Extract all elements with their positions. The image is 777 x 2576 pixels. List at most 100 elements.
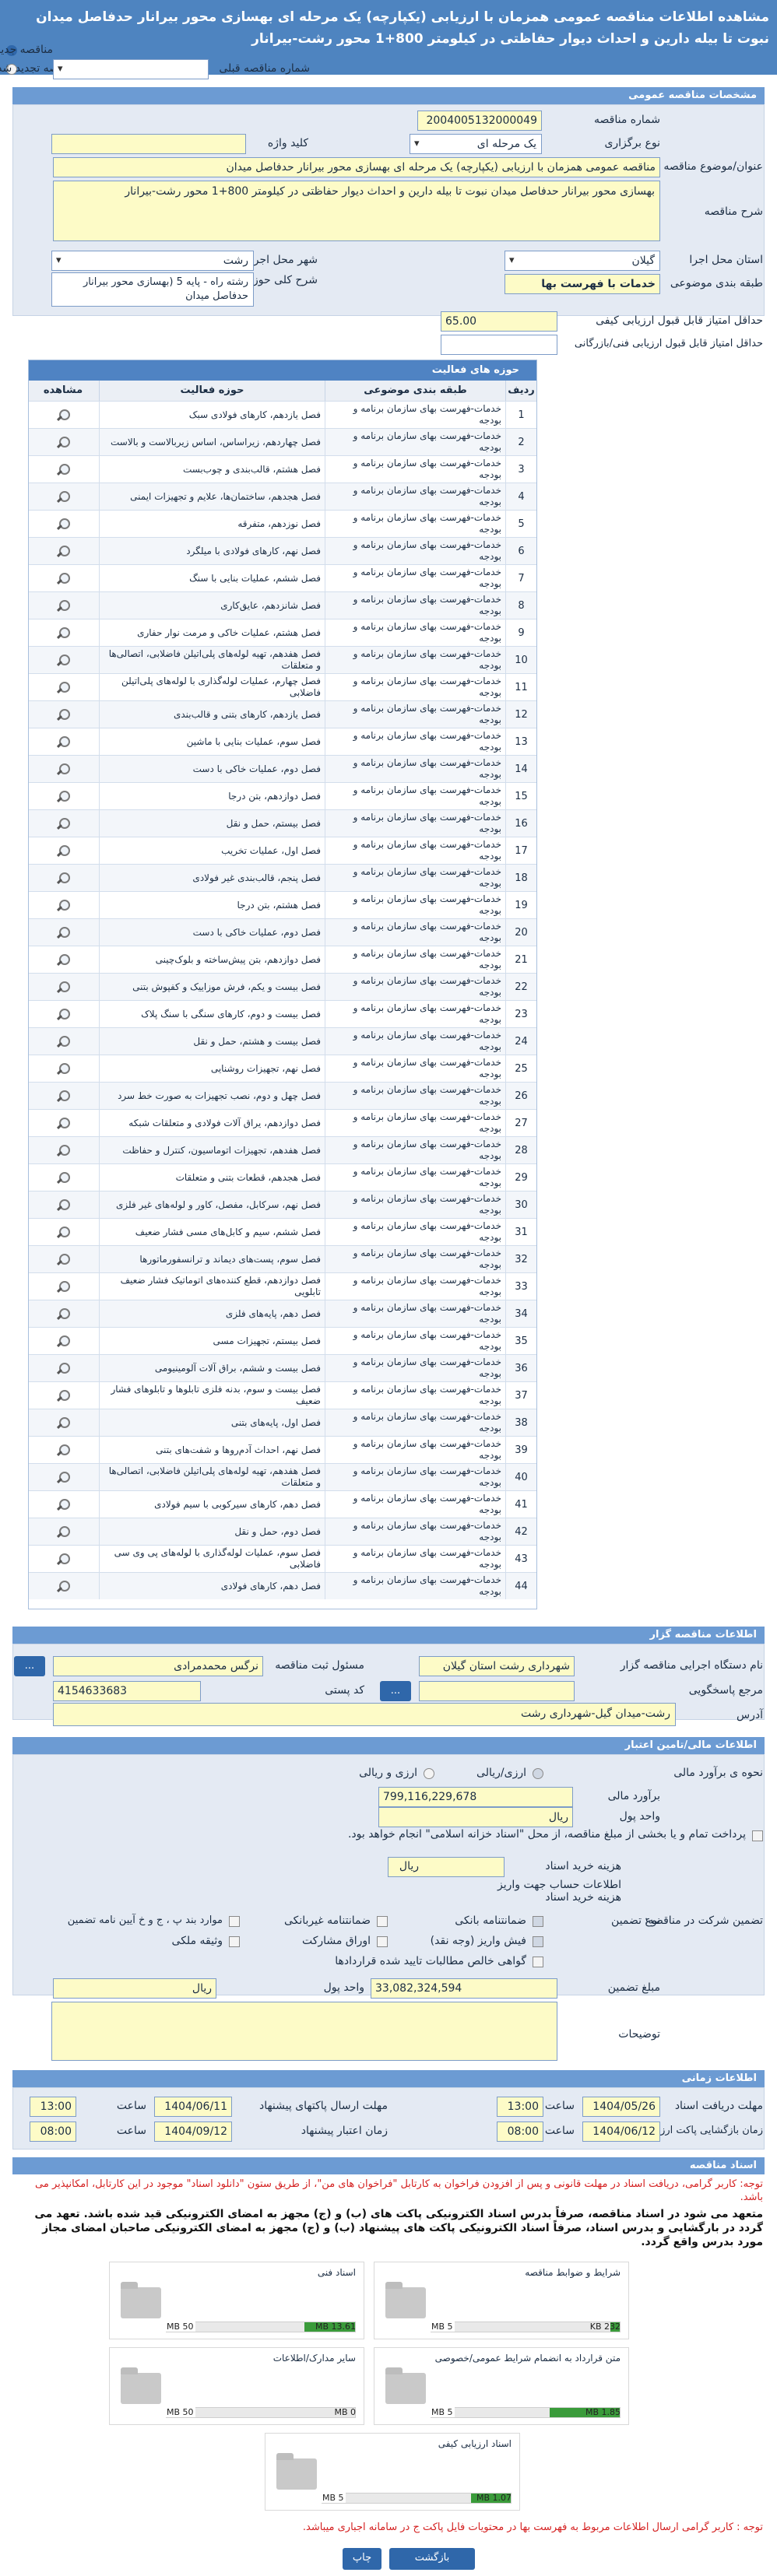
magnifier-icon[interactable] (54, 1007, 72, 1021)
magnifier-icon[interactable] (54, 408, 72, 422)
ref-field[interactable] (419, 1681, 575, 1701)
estimate-field[interactable]: 799,116,229,678 (378, 1787, 573, 1807)
tender-no-field[interactable]: 2004005132000049 (417, 111, 542, 131)
magnifier-icon[interactable] (54, 1470, 72, 1484)
org-field[interactable]: شهرداری رشت استان گیلان (419, 1656, 575, 1676)
g-opt-bank-checkbox[interactable] (533, 1916, 543, 1927)
magnifier-icon[interactable] (54, 1034, 72, 1048)
magnifier-icon[interactable] (54, 762, 72, 776)
opt-rial-radio[interactable] (533, 1768, 543, 1779)
min-tech-field[interactable]: 65.00 (441, 311, 557, 332)
min-fin-field[interactable] (441, 335, 557, 355)
magnifier-icon[interactable] (54, 1279, 72, 1293)
valid-time-label: ساعت (116, 2125, 146, 2137)
magnifier-icon[interactable] (54, 1143, 72, 1157)
magnifier-icon[interactable] (54, 789, 72, 803)
amount-unit-field[interactable]: ریال (53, 1978, 216, 1999)
postal-field[interactable]: 4154633683 (53, 1681, 201, 1701)
magnifier-icon[interactable] (54, 707, 72, 721)
magnifier-icon[interactable] (54, 898, 72, 912)
row-activity: فصل هشتم، قالب‌بندی و چوب‌بست (99, 456, 325, 483)
magnifier-icon[interactable] (54, 1416, 72, 1430)
g-opt-claims-checkbox[interactable] (533, 1957, 543, 1967)
magnifier-icon[interactable] (54, 1579, 72, 1593)
g-opt-clause-checkbox[interactable] (229, 1916, 240, 1927)
magnifier-icon[interactable] (54, 1170, 72, 1184)
magnifier-icon[interactable] (54, 626, 72, 640)
magnifier-icon[interactable] (54, 544, 72, 558)
magnifier-icon[interactable] (54, 1361, 72, 1375)
scope-desc-list[interactable]: رشته راه - پایه 5 (بهسازی محور بیرانار ح… (51, 272, 254, 307)
magnifier-icon[interactable] (54, 816, 72, 830)
magnifier-icon[interactable] (54, 490, 72, 504)
recv-date[interactable]: 1404/05/26 (582, 2097, 660, 2117)
open-time[interactable]: 08:00 (497, 2122, 543, 2142)
magnifier-icon[interactable] (54, 1089, 72, 1103)
g-opt-nonbank-checkbox[interactable] (377, 1916, 388, 1927)
magnifier-icon[interactable] (54, 680, 72, 694)
unit-field[interactable]: ریال (378, 1807, 573, 1827)
doc-card-quality[interactable]: اسناد ارزیابی کیفی 5 MB 1.07 MB (265, 2433, 520, 2511)
row-activity: فصل هجدهم، قطعات بتنی و متعلقات (99, 1164, 325, 1191)
magnifier-icon[interactable] (54, 953, 72, 967)
ref-more-button[interactable]: ... (380, 1681, 411, 1701)
valid-date[interactable]: 1404/09/12 (154, 2122, 232, 2142)
magnifier-icon[interactable] (54, 1198, 72, 1212)
opt-mix-radio[interactable] (424, 1768, 434, 1779)
magnifier-icon[interactable] (54, 980, 72, 994)
resp-field[interactable]: نرگس محمدمرادی (53, 1656, 263, 1676)
magnifier-icon[interactable] (54, 1334, 72, 1348)
back-button[interactable]: بازگشت (389, 2548, 475, 2570)
magnifier-icon[interactable] (54, 571, 72, 585)
magnifier-icon[interactable] (54, 1116, 72, 1130)
g-opt-property-checkbox[interactable] (229, 1936, 240, 1947)
folder-icon (385, 2282, 426, 2318)
magnifier-icon[interactable] (54, 435, 72, 449)
magnifier-icon[interactable] (54, 1497, 72, 1511)
doc-card-terms[interactable]: شرایط و ضوابط مناقصه 5 MB 232 KB (374, 2262, 629, 2339)
doc-current: 232 KB (589, 2322, 621, 2332)
magnifier-icon[interactable] (54, 1062, 72, 1076)
send-date[interactable]: 1404/06/11 (154, 2097, 232, 2117)
type-select[interactable]: یک مرحله ای (410, 134, 542, 154)
magnifier-icon[interactable] (54, 517, 72, 531)
recv-time[interactable]: 13:00 (497, 2097, 543, 2117)
keyword-field[interactable] (51, 134, 246, 154)
magnifier-icon[interactable] (54, 653, 72, 667)
magnifier-icon[interactable] (54, 925, 72, 939)
magnifier-icon[interactable] (54, 1552, 72, 1566)
desc-field[interactable]: بهسازی محور بیرانار حدفاصل میدان نبوت تا… (53, 181, 660, 241)
magnifier-icon[interactable] (54, 1388, 72, 1402)
addr-field[interactable]: رشت-میدان گیل-شهرداری رشت (53, 1703, 676, 1726)
prev-no-select[interactable] (53, 59, 209, 79)
doc-max: 5 MB (430, 2407, 455, 2417)
magnifier-icon[interactable] (54, 735, 72, 749)
magnifier-icon[interactable] (54, 1307, 72, 1321)
doc-card-contract[interactable]: متن قرارداد به انضمام شرایط عمومی/خصوصی … (374, 2347, 629, 2425)
magnifier-icon[interactable] (54, 598, 72, 612)
g-opt-bonds-checkbox[interactable] (377, 1936, 388, 1947)
open-date[interactable]: 1404/06/12 (582, 2122, 660, 2142)
province-select[interactable]: گیلان (505, 251, 660, 271)
amount-field[interactable]: 33,082,324,594 (371, 1978, 557, 1999)
magnifier-icon[interactable] (54, 1443, 72, 1457)
magnifier-icon[interactable] (54, 1252, 72, 1266)
valid-time[interactable]: 08:00 (30, 2122, 76, 2142)
print-button[interactable]: چاپ (343, 2548, 381, 2570)
g-opt-cash-checkbox[interactable] (533, 1936, 543, 1947)
org-more-button[interactable]: ... (14, 1656, 45, 1676)
magnifier-icon[interactable] (54, 871, 72, 885)
doc-title: اسناد ارزیابی کیفی (438, 2438, 512, 2449)
doc-card-other[interactable]: سایر مدارک/اطلاعات 50 MB 0 MB (109, 2347, 364, 2425)
notes-field[interactable] (51, 2002, 557, 2061)
magnifier-icon[interactable] (54, 462, 72, 476)
doc-card-technical[interactable]: اسناد فنی 50 MB 13.61 MB (109, 2262, 364, 2339)
send-time[interactable]: 13:00 (30, 2097, 76, 2117)
magnifier-icon[interactable] (54, 1525, 72, 1539)
magnifier-icon[interactable] (54, 1225, 72, 1239)
subject-field[interactable]: مناقصه عمومی همزمان با ارزیابی (یکپارچه)… (53, 157, 660, 177)
city-select[interactable]: رشت (51, 251, 254, 271)
payment-checkbox[interactable] (752, 1830, 763, 1841)
category-field[interactable]: خدمات با فهرست بها (505, 274, 660, 294)
magnifier-icon[interactable] (54, 844, 72, 858)
